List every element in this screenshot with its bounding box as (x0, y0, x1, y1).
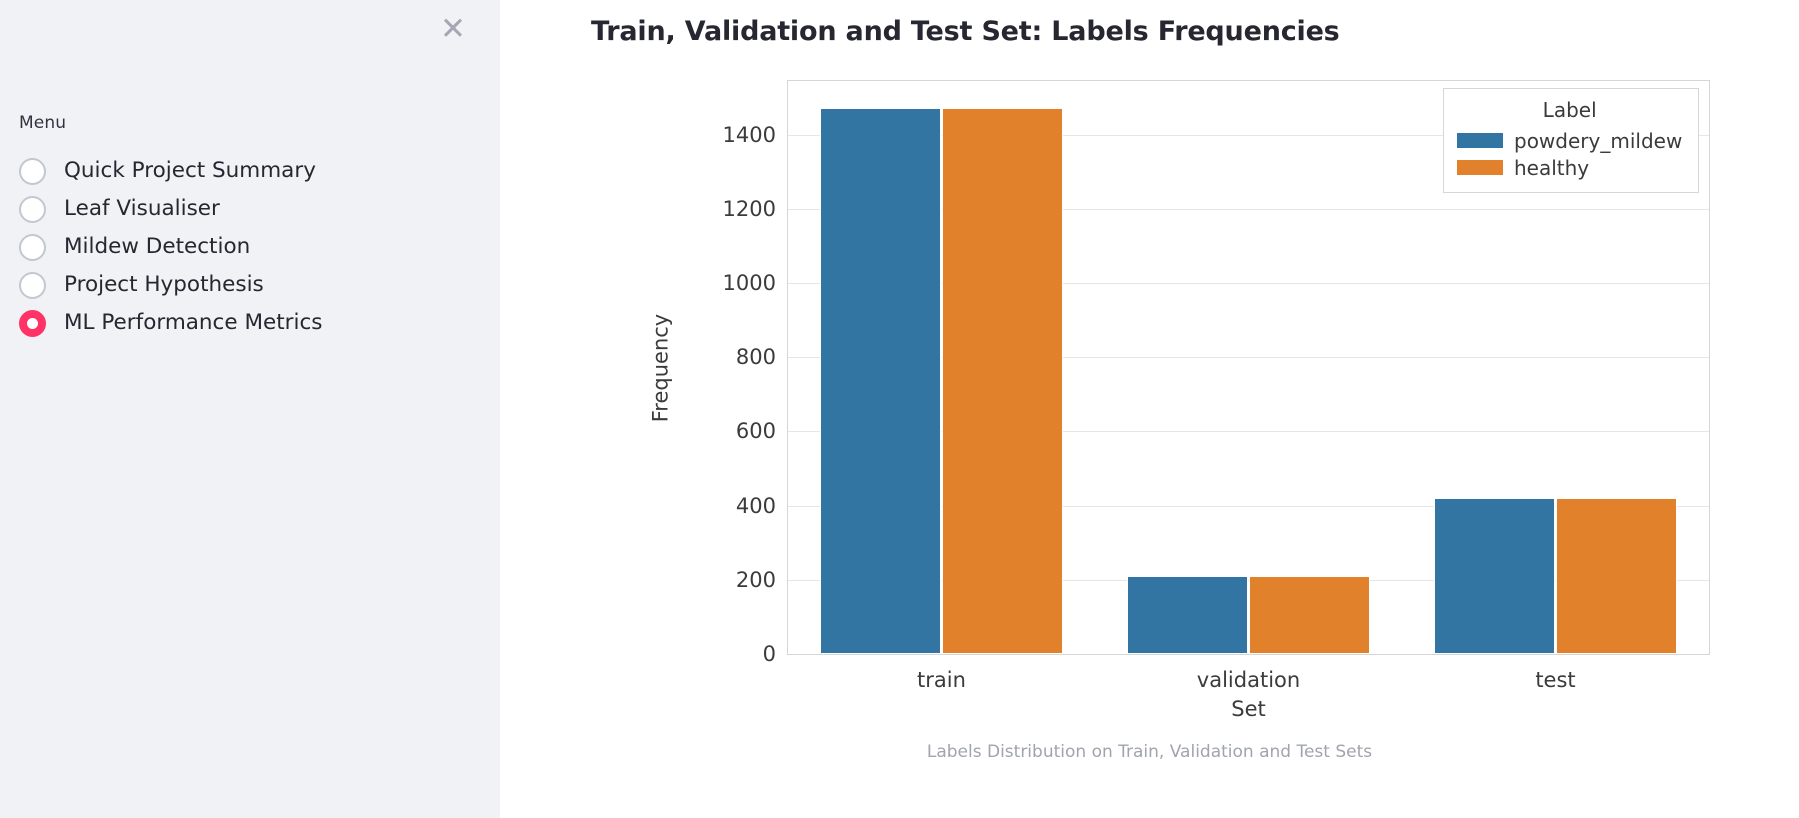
x-axis-label: Set (1231, 697, 1266, 721)
radio-unselected-icon[interactable] (19, 271, 46, 299)
radio-unselected-icon[interactable] (19, 157, 46, 185)
menu-radio-group[interactable]: Quick Project Summary Leaf Visualiser Mild… (19, 152, 469, 342)
sidebar-item-label: Leaf Visualiser (64, 196, 220, 222)
bar-train-healthy (941, 108, 1063, 654)
menu-heading: Menu (19, 113, 67, 133)
sidebar-item-ml-performance-metrics[interactable]: ML Performance Metrics (19, 304, 469, 342)
sidebar: ✕ Menu Quick Project Summary Leaf Visuali… (0, 0, 500, 818)
main-content: Train, Validation and Test Set: Labels F… (500, 0, 1799, 818)
legend-swatch-icon (1457, 160, 1503, 175)
close-icon[interactable]: ✕ (432, 8, 474, 50)
sidebar-item-leaf-visualiser[interactable]: Leaf Visualiser (19, 190, 469, 228)
sidebar-item-project-hypothesis[interactable]: Project Hypothesis (19, 266, 469, 304)
sidebar-item-mildew-detection[interactable]: Mildew Detection (19, 228, 469, 266)
x-tick-label: validation (1196, 668, 1301, 692)
chart-legend: Label powdery_mildew healthy (1443, 88, 1700, 193)
bar-test-healthy (1555, 497, 1677, 654)
y-tick-label: 600 (735, 419, 776, 444)
y-tick-label: 1200 (722, 196, 776, 221)
y-tick-label: 800 (735, 345, 776, 370)
x-tick-label: test (1535, 668, 1576, 692)
y-tick-label: 400 (735, 493, 776, 518)
bar-validation-healthy (1248, 576, 1370, 654)
chart-figure: 0 200 400 600 800 1000 1200 1400 Frequency trai… (500, 60, 1750, 760)
legend-swatch-icon (1457, 133, 1503, 148)
app-root: ✕ Menu Quick Project Summary Leaf Visuali… (0, 0, 1799, 818)
x-tick-label: train (917, 668, 966, 692)
radio-selected-icon[interactable] (19, 309, 46, 337)
bar-validation-powdery_mildew (1127, 576, 1249, 654)
legend-label: powdery_mildew (1514, 128, 1683, 153)
y-tick-label: 1400 (722, 122, 776, 147)
bar-train-powdery_mildew (820, 108, 942, 654)
bar-test-powdery_mildew (1434, 497, 1556, 654)
page-title: Train, Validation and Test Set: Labels F… (591, 16, 1340, 47)
plot-area: 0 200 400 600 800 1000 1200 1400 Frequency trai… (648, 80, 1710, 721)
legend-title: Label (1542, 98, 1597, 122)
y-tick-label: 200 (735, 567, 776, 592)
sidebar-item-label: Project Hypothesis (64, 272, 264, 298)
sidebar-item-quick-project-summary[interactable]: Quick Project Summary (19, 152, 469, 190)
radio-unselected-icon[interactable] (19, 195, 46, 223)
y-tick-label: 1000 (722, 271, 776, 296)
legend-entry-healthy: healthy (1457, 154, 1682, 181)
legend-entry-powdery_mildew: powdery_mildew (1457, 127, 1682, 154)
sidebar-item-label: Quick Project Summary (64, 158, 316, 184)
chart-caption: Labels Distribution on Train, Validation… (926, 742, 1373, 762)
y-tick-label: 0 (762, 642, 776, 666)
sidebar-item-label: Mildew Detection (64, 234, 251, 260)
legend-entries: powdery_mildew healthy (1457, 127, 1682, 181)
y-axis-label: Frequency (648, 313, 673, 422)
legend-label: healthy (1514, 155, 1590, 180)
sidebar-item-label: ML Performance Metrics (64, 310, 323, 336)
radio-unselected-icon[interactable] (19, 233, 46, 261)
